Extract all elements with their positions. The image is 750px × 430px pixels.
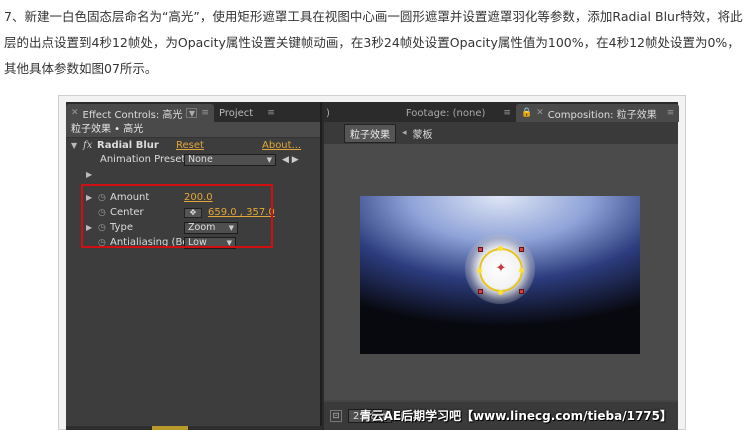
panel-menu-icon[interactable]: ≡ bbox=[503, 108, 511, 118]
mask-vertex[interactable] bbox=[519, 268, 524, 273]
tab-composition-label: Composition: 粒子效果 bbox=[547, 109, 657, 121]
animation-presets-row: Animation Presets: None ▼ ◀ ▶ bbox=[66, 152, 320, 167]
watermark: 青云AE后期学习吧【www.linecg.com/tieba/1775】 bbox=[359, 409, 672, 423]
close-icon[interactable]: ✕ bbox=[536, 108, 544, 118]
lock-icon[interactable]: 🔒 bbox=[521, 108, 532, 118]
animation-presets-value: None bbox=[188, 153, 213, 165]
composition-viewer[interactable]: ✦ bbox=[324, 144, 678, 400]
tab-scroll-left[interactable]: ) bbox=[324, 104, 335, 122]
tab-footage-label: Footage: (none) bbox=[405, 107, 486, 119]
article-paragraph: 7、新建一白色固态层命名为“高光”，使用矩形遮罩工具在视图中心画一圆形遮罩并设置… bbox=[4, 9, 743, 76]
dropdown-arrow-icon[interactable]: ▼ bbox=[186, 108, 198, 118]
panel-menu-icon[interactable]: ≡ bbox=[201, 108, 209, 118]
effect-header[interactable]: ▼ fx Radial Blur Reset About... bbox=[66, 138, 320, 152]
mask-vertex[interactable] bbox=[477, 268, 482, 273]
reset-link[interactable]: Reset bbox=[176, 140, 204, 151]
about-link[interactable]: About... bbox=[262, 140, 301, 151]
breadcrumb: 粒子效果 • 高光 bbox=[66, 122, 320, 138]
mask-handle[interactable] bbox=[478, 289, 483, 294]
tab-footage[interactable]: Footage: (none) ≡ bbox=[401, 104, 516, 122]
mask-handle[interactable] bbox=[478, 247, 483, 252]
comp-canvas[interactable]: ✦ bbox=[360, 196, 640, 354]
work-area-bar bbox=[152, 426, 188, 430]
panel-menu-icon[interactable]: ≡ bbox=[667, 108, 675, 118]
after-effects-window: ✕ Effect Controls: 高光 ▼ ≡ Project ≡ 粒子效果… bbox=[66, 102, 680, 430]
tab-effect-controls[interactable]: ✕ Effect Controls: 高光 ▼ ≡ bbox=[66, 104, 214, 122]
animation-presets-select[interactable]: None ▼ bbox=[184, 153, 276, 166]
tab-project[interactable]: Project ≡ bbox=[214, 104, 280, 122]
grid-toggle-icon[interactable]: ⊡ bbox=[330, 410, 342, 422]
tab-composition[interactable]: 🔒 ✕ Composition: 粒子效果 ≡ bbox=[515, 104, 680, 122]
article-text: 7、新建一白色固态层命名为“高光”，使用矩形遮罩工具在视图中心画一圆形遮罩并设置… bbox=[0, 0, 750, 90]
fx-icon[interactable]: fx bbox=[83, 140, 97, 151]
left-panel-tabs: ✕ Effect Controls: 高光 ▼ ≡ Project ≡ bbox=[66, 102, 320, 122]
right-panel-tabs: ) Footage: (none) ≡ 🔒 ✕ Composition: 粒子效… bbox=[324, 102, 680, 122]
expand-triangle-icon[interactable]: ▶ bbox=[86, 170, 92, 179]
highlight-box bbox=[81, 184, 273, 248]
composition-breadcrumb: 粒子效果 ◂ 蒙板 bbox=[324, 122, 678, 144]
mask-vertex[interactable] bbox=[498, 290, 503, 295]
breadcrumb-arrow-icon: ◂ bbox=[402, 128, 407, 138]
panel-menu-icon[interactable]: ≡ bbox=[267, 108, 275, 118]
tab-effect-controls-label: Effect Controls: 高光 bbox=[82, 109, 183, 121]
chevron-down-icon: ▼ bbox=[266, 155, 272, 164]
composition-panel: ) Footage: (none) ≡ 🔒 ✕ Composition: 粒子效… bbox=[324, 102, 680, 430]
close-icon[interactable]: ✕ bbox=[71, 108, 79, 118]
mask-vertex[interactable] bbox=[498, 246, 503, 251]
tab-project-label: Project bbox=[218, 107, 254, 119]
animation-presets-label: Animation Presets: bbox=[100, 154, 194, 165]
timeline-strip bbox=[66, 426, 322, 430]
preset-nav-icon[interactable]: ◀ ▶ bbox=[282, 155, 299, 165]
comp-chip-particle[interactable]: 粒子效果 bbox=[344, 123, 396, 143]
expand-triangle-icon[interactable]: ▼ bbox=[71, 141, 83, 150]
effect-name: Radial Blur bbox=[97, 139, 159, 151]
mask-handle[interactable] bbox=[519, 247, 524, 252]
effect-controls-panel: ✕ Effect Controls: 高光 ▼ ≡ Project ≡ 粒子效果… bbox=[66, 102, 322, 430]
center-point-icon[interactable]: ✦ bbox=[494, 262, 508, 276]
comp-chip-mask[interactable]: 蒙板 bbox=[413, 126, 433, 141]
paren-icon: ) bbox=[326, 107, 330, 119]
mask-handle[interactable] bbox=[519, 289, 524, 294]
blank-row: ▶ bbox=[66, 167, 320, 182]
